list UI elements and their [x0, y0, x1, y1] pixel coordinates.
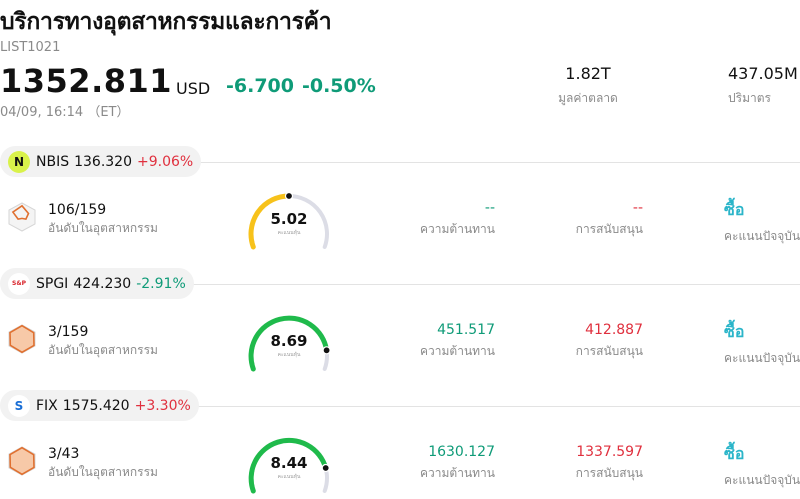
resistance-value: 1630.127	[428, 444, 495, 460]
score-gauge: 5.02 คะแนนหุ้น	[246, 191, 332, 252]
section-divider	[190, 284, 800, 285]
resistance-value: 451.517	[437, 322, 495, 338]
resistance-label: ความต้านทาน	[420, 344, 495, 358]
rating[interactable]: ซื้อ คะแนนปัจจุบัน	[724, 198, 800, 246]
industry-rank-value: 3/159	[48, 324, 89, 340]
sp-global-logo-icon: S&P	[8, 272, 30, 295]
support-value: --	[632, 200, 643, 216]
resistance-value: --	[484, 200, 495, 216]
score-label: คะแนนหุ้น	[277, 230, 301, 236]
change-percent: -0.50%	[301, 75, 376, 97]
rating-label: คะแนนปัจจุบัน	[724, 229, 800, 243]
list-code: LIST1021	[0, 40, 61, 55]
resistance-label: ความต้านทาน	[420, 222, 495, 236]
stock-row[interactable]: S FIX 1575.420 +3.30% 3/43 อันดับในอุตสา…	[0, 390, 800, 499]
score-value: 8.44	[270, 454, 308, 472]
support-level: 412.887 การสนับสนุน	[548, 322, 643, 361]
stock-chip[interactable]: S&P SPGI 424.230 -2.91%	[0, 268, 194, 299]
industry-rank-icon	[8, 324, 36, 354]
rating[interactable]: ซื้อ คะแนนปัจจุบัน	[724, 442, 800, 490]
score-label: คะแนนหุ้น	[277, 352, 301, 358]
support-value: 412.887	[585, 322, 643, 338]
score-label: คะแนนหุ้น	[277, 474, 301, 480]
support-label: การสนับสนุน	[575, 222, 643, 236]
section-divider	[190, 162, 800, 163]
ticker-symbol: FIX	[36, 397, 58, 414]
stock-chip[interactable]: N NBIS 136.320 +9.06%	[0, 146, 202, 177]
industry-rank-label: อันดับในอุตสาหกรรม	[48, 465, 158, 479]
comfort-systems-logo-icon: S	[8, 394, 30, 417]
rating-label: คะแนนปัจจุบัน	[724, 351, 800, 365]
support-label: การสนับสนุน	[575, 466, 643, 480]
rating-value: ซื้อ	[724, 322, 745, 341]
ticker-symbol: SPGI	[36, 275, 69, 292]
stock-row[interactable]: N NBIS 136.320 +9.06% 106/159 อันดับในอุ…	[0, 146, 800, 268]
section-divider	[190, 406, 800, 407]
rating[interactable]: ซื้อ คะแนนปัจจุบัน	[724, 320, 800, 368]
ticker-change-percent: +9.06%	[137, 153, 194, 170]
score-gauge: 8.69 คะแนนหุ้น	[246, 314, 332, 374]
score-value: 8.69	[270, 332, 308, 350]
rating-value: ซื้อ	[724, 444, 745, 463]
stock-chip[interactable]: S FIX 1575.420 +3.30%	[0, 390, 199, 421]
ticker-change-percent: +3.30%	[134, 397, 191, 414]
score-gauge: 8.44 คะแนนหุ้น	[246, 436, 332, 496]
timestamp: 04/09, 16:14 （ET）	[0, 105, 130, 120]
market-cap-value: 1.82T	[565, 64, 611, 83]
change-value: -6.700	[226, 75, 294, 97]
ticker-price: 424.230	[73, 275, 132, 292]
ticker-change-percent: -2.91%	[136, 275, 186, 292]
currency-label: USD	[176, 79, 211, 98]
rating-value: ซื้อ	[724, 200, 745, 219]
volume-stat: 437.05M ปริมาตร	[728, 64, 800, 108]
support-value: 1337.597	[576, 444, 643, 460]
industry-rank-icon	[8, 202, 36, 232]
support-label: การสนับสนุน	[575, 344, 643, 358]
volume-label: ปริมาตร	[728, 91, 771, 105]
score-value: 5.02	[270, 210, 308, 228]
volume-value: 437.05M	[728, 64, 798, 83]
industry-rank-label: อันดับในอุตสาหกรรม	[48, 343, 158, 357]
industry-rank-value: 106/159	[48, 202, 107, 218]
gauge-marker	[284, 191, 294, 201]
ticker-symbol: NBIS	[36, 153, 70, 170]
index-price: 1352.811	[0, 62, 173, 100]
page-title: บริการทางอุตสาหกรรมและการค้า	[0, 9, 332, 35]
industry-rank-icon	[8, 446, 36, 476]
price-change: -6.700 -0.50%	[226, 75, 376, 97]
resistance-level: -- ความต้านทาน	[400, 200, 495, 239]
resistance-level: 451.517 ความต้านทาน	[400, 322, 495, 361]
nebius-logo-icon: N	[8, 150, 30, 173]
ticker-price: 1575.420	[62, 397, 130, 414]
resistance-level: 1630.127 ความต้านทาน	[400, 444, 495, 483]
industry-rank-label: อันดับในอุตสาหกรรม	[48, 221, 158, 235]
resistance-label: ความต้านทาน	[420, 466, 495, 480]
market-cap-stat: 1.82T มูลค่าตลาด	[540, 64, 636, 108]
rating-label: คะแนนปัจจุบัน	[724, 473, 800, 487]
support-level: 1337.597 การสนับสนุน	[548, 444, 643, 483]
ticker-price: 136.320	[74, 153, 132, 170]
industry-rank-value: 3/43	[48, 446, 80, 462]
market-cap-label: มูลค่าตลาด	[558, 91, 618, 105]
support-level: -- การสนับสนุน	[548, 200, 643, 239]
stock-row[interactable]: S&P SPGI 424.230 -2.91% 3/159 อันดับในอุ…	[0, 268, 800, 390]
